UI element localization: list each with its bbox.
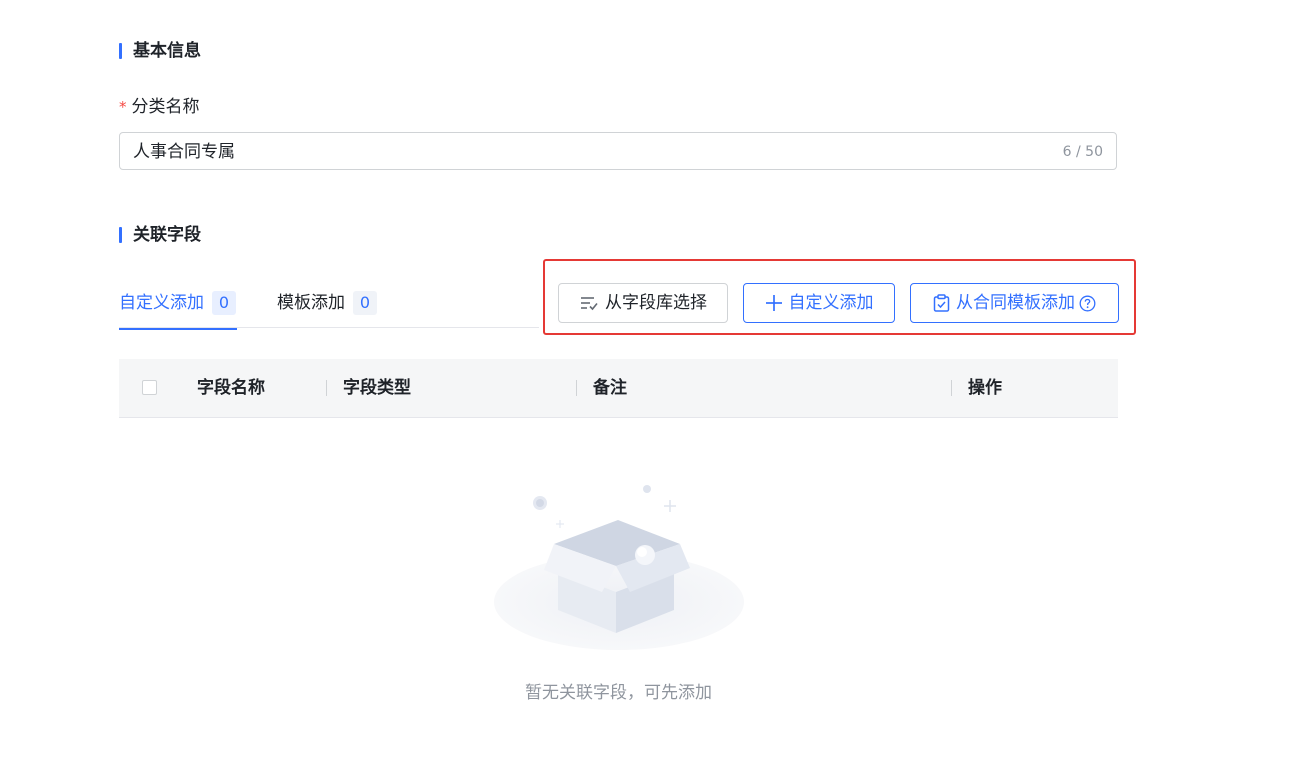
empty-box-illustration (490, 478, 750, 657)
required-mark: * (119, 98, 127, 116)
from-library-button[interactable]: 从字段库选择 (558, 283, 728, 323)
from-template-button[interactable]: 从合同模板添加 (910, 283, 1119, 323)
empty-state-text: 暂无关联字段，可先添加 (525, 683, 712, 703)
column-header-actions: 操作 (968, 378, 1002, 398)
section-title-text: 基本信息 (133, 41, 201, 61)
tab-count-badge: 0 (353, 291, 377, 315)
tab-label: 模板添加 (277, 293, 345, 313)
category-name-value[interactable]: 人事合同专属 (133, 133, 235, 171)
page: 基本信息 * 分类名称 人事合同专属 6 / 50 关联字段 自定义添加 0 模板添… (0, 0, 1300, 768)
list-check-icon (579, 294, 599, 312)
column-separator (576, 380, 577, 396)
section-accent-bar (119, 43, 122, 59)
column-separator (951, 380, 952, 396)
column-header-field-type: 字段类型 (343, 378, 411, 398)
column-separator (326, 380, 327, 396)
category-name-label-text: 分类名称 (131, 97, 200, 117)
from-template-label: 从合同模板添加 (956, 293, 1075, 313)
table-header: 字段名称 字段类型 备注 操作 (119, 359, 1118, 418)
tab-custom-add[interactable]: 自定义添加 0 (119, 290, 237, 330)
custom-add-label: 自定义添加 (788, 293, 874, 313)
category-name-label: * 分类名称 (119, 96, 200, 118)
section-title-related-fields: 关联字段 (119, 225, 201, 245)
from-library-label: 从字段库选择 (605, 293, 707, 313)
plus-icon (765, 294, 783, 312)
tab-template-add[interactable]: 模板添加 0 (277, 290, 377, 328)
char-count: 6 / 50 (1062, 144, 1103, 160)
column-header-field-name: 字段名称 (197, 378, 265, 398)
column-header-remark: 备注 (593, 378, 627, 398)
section-title-basic-info: 基本信息 (119, 41, 201, 61)
question-circle-icon[interactable] (1079, 295, 1096, 312)
section-accent-bar (119, 227, 122, 243)
custom-add-button[interactable]: 自定义添加 (743, 283, 895, 323)
tab-count-badge: 0 (212, 291, 236, 315)
category-name-input[interactable]: 人事合同专属 6 / 50 (119, 132, 1117, 170)
tab-label: 自定义添加 (119, 293, 204, 313)
select-all-checkbox[interactable] (142, 380, 157, 395)
clipboard-check-icon (933, 294, 950, 312)
section-title-text: 关联字段 (133, 225, 201, 245)
